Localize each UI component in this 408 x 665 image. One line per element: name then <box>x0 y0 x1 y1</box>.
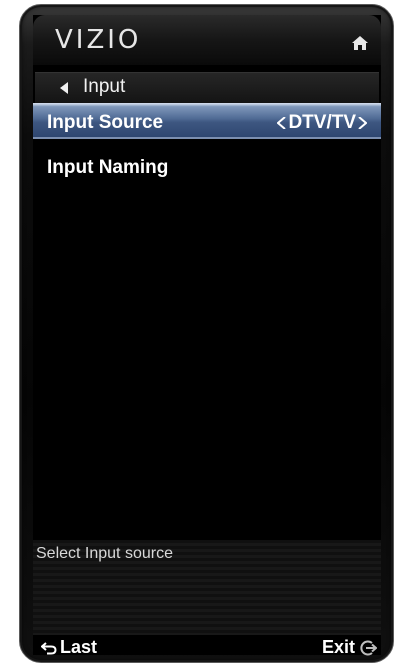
footer-bar: Last Exit <box>33 637 381 662</box>
input-source-selector[interactable]: DTV/TV <box>277 112 367 134</box>
breadcrumb-title: Input <box>83 76 126 97</box>
input-source-value: DTV/TV <box>288 112 356 133</box>
last-label: Last <box>60 637 98 657</box>
menu-item-label: Input Naming <box>47 157 169 178</box>
breadcrumb[interactable]: Input <box>35 72 379 103</box>
menu-item-label: Input Source <box>47 112 164 133</box>
header-bar: VIZIO <box>33 15 381 65</box>
menu-item-input-naming[interactable]: Input Naming <box>33 149 381 185</box>
vizio-logo: VIZIO <box>55 25 142 55</box>
last-button[interactable]: Last <box>41 637 97 658</box>
exit-label: Exit <box>321 637 355 657</box>
exit-button[interactable]: Exit <box>322 637 377 658</box>
menu-item-input-source[interactable]: Input Source DTV/TV <box>33 103 381 139</box>
help-area: Select Input source <box>33 540 381 635</box>
arrow-left-icon[interactable] <box>277 117 287 129</box>
return-icon <box>41 641 57 654</box>
exit-icon <box>360 640 377 655</box>
help-text: Select Input source <box>36 545 173 562</box>
tv-frame: VIZIO Input Input Source DTV/TV Input Na… <box>19 4 394 663</box>
arrow-right-icon[interactable] <box>358 117 367 129</box>
home-icon[interactable] <box>351 35 369 51</box>
back-arrow-icon[interactable] <box>59 82 69 94</box>
menu-screen: VIZIO Input Input Source DTV/TV Input Na… <box>33 15 381 657</box>
